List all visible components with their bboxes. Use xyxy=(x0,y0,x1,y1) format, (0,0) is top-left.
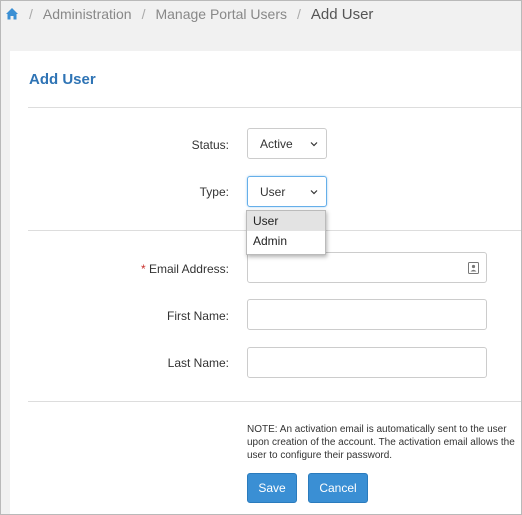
last-name-field[interactable] xyxy=(247,347,487,378)
window-frame: / Administration / Manage Portal Users /… xyxy=(0,0,522,515)
page-title: Add User xyxy=(29,71,96,88)
status-label: Status: xyxy=(191,138,229,152)
home-icon[interactable] xyxy=(5,7,19,21)
breadcrumb-separator: / xyxy=(297,6,301,22)
status-select[interactable]: Active xyxy=(247,128,327,159)
email-label: * Email Address: xyxy=(29,262,229,276)
chevron-down-icon xyxy=(310,190,318,195)
type-option-admin[interactable]: Admin xyxy=(247,231,325,251)
breadcrumb-separator: / xyxy=(141,6,146,22)
last-name-label: Last Name: xyxy=(167,356,229,370)
divider xyxy=(28,107,521,108)
breadcrumb-item-administration[interactable]: Administration xyxy=(43,6,132,22)
save-button[interactable]: Save xyxy=(247,473,297,503)
breadcrumb-item-manage-portal-users[interactable]: Manage Portal Users xyxy=(155,6,287,22)
status-select-value: Active xyxy=(260,136,293,151)
breadcrumb-current: Add User xyxy=(310,5,374,23)
activation-note: NOTE: An activation email is automatical… xyxy=(247,424,515,461)
type-dropdown-list[interactable]: User Admin xyxy=(246,210,326,255)
first-name-label: First Name: xyxy=(166,309,229,323)
chevron-down-icon xyxy=(310,142,318,147)
cancel-button[interactable]: Cancel xyxy=(308,473,368,503)
type-select-value: User xyxy=(260,184,286,199)
contact-card-icon[interactable] xyxy=(468,262,479,274)
breadcrumb: / Administration / Manage Portal Users /… xyxy=(1,1,521,27)
breadcrumb-separator: / xyxy=(29,6,33,22)
email-label-text: Email Address: xyxy=(148,262,229,276)
type-select[interactable]: User xyxy=(247,176,327,207)
type-label: Type: xyxy=(199,185,229,199)
required-marker: * xyxy=(140,262,146,276)
email-field[interactable] xyxy=(247,252,487,283)
divider xyxy=(28,401,521,402)
type-option-user[interactable]: User xyxy=(247,211,325,231)
first-name-field[interactable] xyxy=(247,299,487,330)
